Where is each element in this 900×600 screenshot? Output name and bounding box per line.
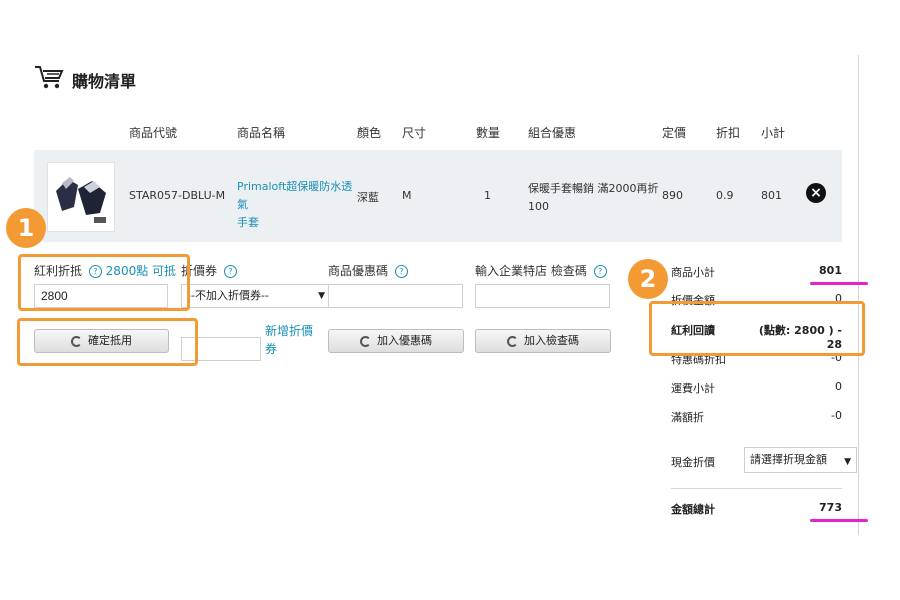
summary-product-subtotal: 801: [819, 264, 842, 277]
callout-box-summary: [649, 301, 865, 356]
summary-shipping-label: 運費小計: [671, 382, 715, 395]
summary-cash-label: 現金折價: [671, 456, 715, 469]
col-header-size: 尺寸: [402, 126, 427, 140]
page-divider: [858, 55, 859, 535]
summary-full-discount-value: -0: [831, 409, 842, 422]
product-name-line2[interactable]: 手套: [237, 214, 357, 232]
summary-shipping-value: 0: [835, 380, 842, 393]
add-product-coupon-label: 加入優惠碼: [377, 334, 432, 347]
help-icon[interactable]: ?: [223, 265, 237, 278]
product-subtotal: 801: [761, 189, 782, 202]
summary-total-label: 金額總計: [671, 503, 715, 516]
summary-product-subtotal-label: 商品小計: [671, 266, 715, 279]
refresh-icon: [360, 335, 371, 347]
callout-number-1: 1: [6, 208, 46, 248]
delete-item-button[interactable]: ×: [806, 183, 826, 203]
add-coupon-link[interactable]: 新增折價 券: [265, 322, 313, 358]
add-company-code-button[interactable]: 加入檢查碼: [475, 329, 611, 353]
product-color: 深藍: [357, 191, 379, 204]
highlight-underline: [810, 282, 868, 285]
promo-line2: 100: [528, 200, 549, 213]
highlight-underline: [810, 519, 868, 522]
add-coupon-line1[interactable]: 新增折價: [265, 322, 313, 340]
chevron-down-icon: ▼: [844, 457, 851, 467]
product-name-link[interactable]: Primaloft超保暖防水透氣 手套: [237, 178, 357, 232]
product-discount: 0.9: [716, 189, 734, 202]
chevron-down-icon: ▼: [318, 291, 325, 301]
col-header-promo: 組合優惠: [528, 126, 577, 140]
help-icon[interactable]: ?: [593, 265, 607, 278]
product-qty: 1: [484, 189, 491, 202]
coupon-select[interactable]: --不加入折價券-- ▼: [181, 284, 330, 308]
coupon-select-value: --不加入折價券--: [187, 289, 269, 302]
close-icon: ×: [810, 185, 822, 201]
promo-line1: 保暖手套暢銷 滿2000再折: [528, 182, 659, 195]
summary-total-value: 773: [819, 501, 842, 514]
product-thumbnail[interactable]: [47, 162, 115, 232]
company-code-label: 輸入企業特店 檢查碼: [475, 264, 587, 278]
company-code-label-group: 輸入企業特店 檢查碼 ?: [475, 262, 607, 279]
product-coupon-label: 商品優惠碼: [328, 264, 389, 278]
col-header-price: 定價: [662, 126, 687, 140]
product-name-line1[interactable]: Primaloft超保暖防水透氣: [237, 178, 357, 214]
summary-full-discount-label: 滿額折: [671, 411, 704, 424]
col-header-color: 顏色: [357, 126, 382, 140]
add-product-coupon-button[interactable]: 加入優惠碼: [328, 329, 464, 353]
callout-box-confirm: [17, 318, 198, 366]
cash-discount-select[interactable]: 請選擇折現金額 ▼: [744, 447, 857, 473]
col-header-name: 商品名稱: [237, 126, 286, 140]
col-header-qty: 數量: [476, 126, 501, 140]
page-title: 購物清單: [72, 72, 137, 91]
product-price: 890: [662, 189, 683, 202]
col-header-discount: 折扣: [716, 126, 741, 140]
refresh-icon: [507, 335, 518, 347]
help-icon[interactable]: ?: [394, 265, 408, 278]
product-code: STAR057-DBLU-M: [129, 189, 226, 202]
cart-icon: [35, 66, 64, 89]
col-header-code: 商品代號: [129, 126, 178, 140]
callout-number-2: 2: [628, 259, 668, 299]
add-coupon-line2[interactable]: 券: [265, 340, 313, 358]
product-size: M: [402, 189, 412, 202]
company-code-input[interactable]: [475, 284, 610, 308]
add-company-code-label: 加入檢查碼: [524, 334, 579, 347]
col-header-subtotal: 小計: [761, 126, 786, 140]
product-coupon-input[interactable]: [328, 284, 463, 308]
callout-box-bonus: [18, 254, 190, 311]
product-coupon-label-group: 商品優惠碼 ?: [328, 262, 408, 279]
cash-select-value: 請選擇折現金額: [750, 453, 827, 466]
summary-divider: [671, 488, 842, 489]
